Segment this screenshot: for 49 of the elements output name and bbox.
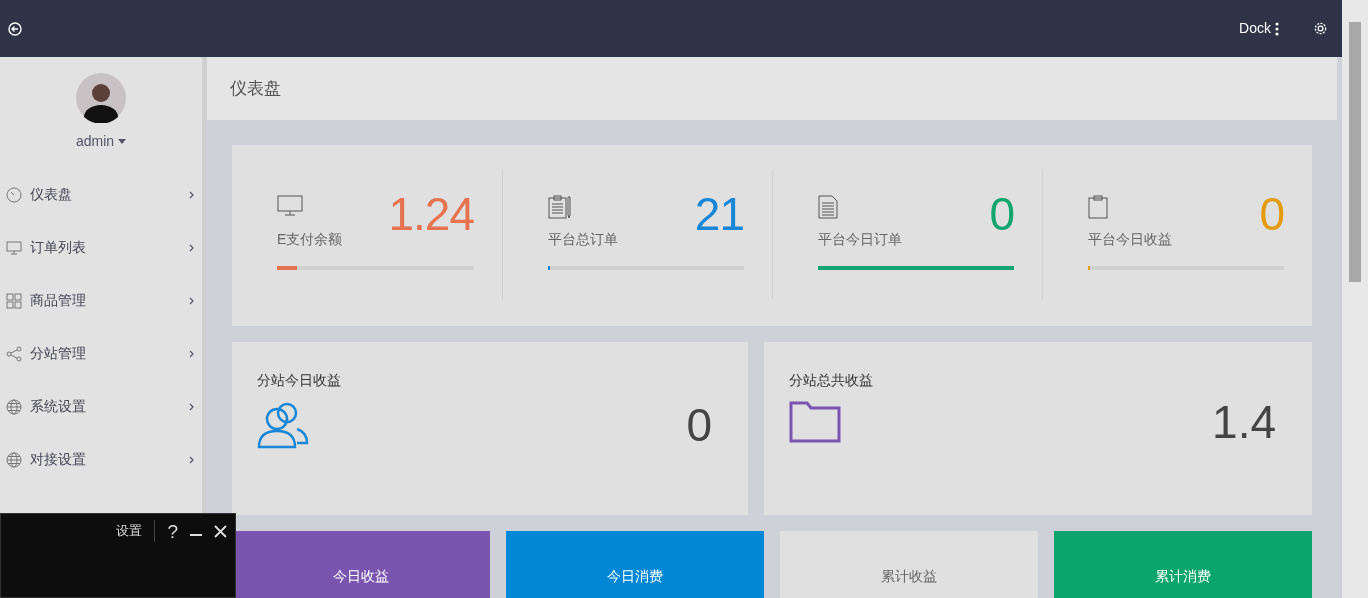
- scrollbar[interactable]: [1342, 0, 1368, 598]
- stat-value: 0: [1259, 191, 1284, 237]
- stat-value: 1.24: [388, 191, 474, 237]
- caret-icon[interactable]: [118, 139, 127, 144]
- dock-menu[interactable]: Dock: [1239, 18, 1271, 39]
- back-icon[interactable]: [8, 21, 22, 36]
- stat-label: E支付余额: [277, 230, 344, 249]
- stat-tile[interactable]: 累计收益: [780, 531, 1038, 598]
- page-title: 仪表盘: [230, 77, 281, 100]
- clipboard-icon: [548, 195, 574, 219]
- card-title: 分站总共收益: [789, 371, 875, 390]
- gauge-icon: [6, 186, 22, 203]
- chevron-icon: [189, 402, 194, 411]
- card-value: 1.4: [1212, 399, 1276, 445]
- clipboard-icon: [1088, 195, 1108, 219]
- stat-value: 0: [989, 191, 1014, 237]
- menu-item[interactable]: 系统设置: [0, 380, 202, 433]
- user-menu[interactable]: admin: [75, 131, 115, 152]
- chevron-icon: [189, 296, 194, 305]
- globe-icon: [6, 398, 22, 415]
- folder-icon: [789, 401, 842, 443]
- card-title: 分站今日收益: [257, 371, 342, 390]
- stat-label: 平台总订单: [548, 230, 619, 249]
- grid-icon: [6, 292, 22, 309]
- stat-label: 平台今日订单: [818, 230, 903, 249]
- menu-item[interactable]: 对接设置: [0, 433, 202, 486]
- close-icon[interactable]: [214, 524, 227, 538]
- menu-item[interactable]: 商品管理: [0, 274, 202, 327]
- settings-link[interactable]: 设置: [116, 521, 143, 541]
- share-icon: [6, 345, 22, 362]
- stat-label: 平台今日收益: [1088, 230, 1173, 249]
- stat-value: 21: [694, 191, 744, 237]
- chevron-icon: [189, 455, 194, 464]
- globe-icon: [6, 451, 22, 468]
- menu-item[interactable]: 分站管理: [0, 327, 202, 380]
- stat-tile[interactable]: 今日消费: [506, 531, 764, 598]
- menu-item[interactable]: 订单列表: [0, 221, 202, 274]
- monitor-icon: [6, 239, 22, 256]
- chevron-icon: [189, 190, 194, 199]
- monitor-icon: [277, 195, 303, 217]
- settings-icon[interactable]: [1313, 21, 1328, 36]
- menu-item[interactable]: 仪表盘: [0, 168, 202, 221]
- chevron-icon: [189, 349, 194, 358]
- card-value: 0: [686, 402, 713, 448]
- more-icon[interactable]: [1275, 21, 1279, 36]
- avatar: [76, 73, 126, 123]
- help-button[interactable]: ?: [167, 521, 178, 541]
- chevron-icon: [189, 243, 194, 252]
- document-icon: [818, 195, 838, 219]
